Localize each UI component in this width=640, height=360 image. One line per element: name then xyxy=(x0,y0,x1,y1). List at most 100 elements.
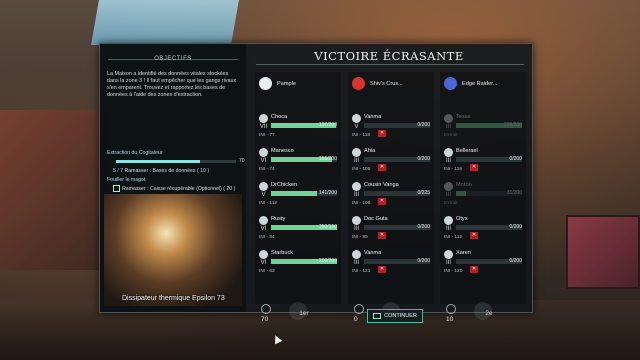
fighter-health-value: 141/200 xyxy=(318,190,337,196)
fighter-rank: III xyxy=(445,260,451,266)
team-placement: 1er xyxy=(299,310,309,317)
fighter-row[interactable]: III Xaren 0/200 INI - 120 ✕ xyxy=(440,246,526,280)
fighter-row[interactable]: III Ahia 0/200 INI - 108 ✕ xyxy=(348,144,434,178)
fighter-class-icon xyxy=(259,114,268,123)
out-of-action-icon: ✕ xyxy=(378,130,386,137)
team-score: 70 xyxy=(261,316,269,323)
fighter-rank: VII xyxy=(259,124,268,130)
fighter-name: Xaren xyxy=(456,250,471,256)
background-crate xyxy=(566,215,640,289)
fighter-row[interactable]: V DrChicken 141/200 INI - 112 xyxy=(255,178,341,212)
team-emblem-icon xyxy=(352,77,365,90)
objective-line-databases: 5 / 7 Ramasser : Bases de données ( 10 ) xyxy=(113,168,209,174)
fighter-rank: III xyxy=(445,226,451,232)
fighter-class-icon xyxy=(444,148,453,157)
fighter-health-value: 186/200 xyxy=(318,156,337,162)
team-column: Pample VII Choca 197/200 INI - 77 VI Manesco 18… xyxy=(255,72,341,304)
fighter-class-icon xyxy=(352,216,361,225)
fighter-row[interactable]: III Moron 31/200 Extrait xyxy=(440,178,526,212)
fighter-health-value: 150/150 xyxy=(318,224,337,230)
fighter-health-value: 0/200 xyxy=(509,224,522,230)
objective-line-crate: Ramasser : Caisse récupérable (Optionnel… xyxy=(113,185,235,192)
team-column: Edge Raider... III Texas 200/200 Extrait III B… xyxy=(440,72,526,304)
fighter-initiative: Extrait xyxy=(444,133,458,138)
fighter-health-value: 0/200 xyxy=(417,122,430,128)
fighter-health-value: 0/200 xyxy=(417,156,430,162)
objective-progress-fill xyxy=(116,160,200,163)
fighter-initiative: INI - 112 xyxy=(444,235,463,240)
out-of-action-icon: ✕ xyxy=(378,232,386,239)
team-emblem-icon xyxy=(259,77,272,90)
fighter-rank: III xyxy=(353,158,359,164)
fighter-row[interactable]: III Cousin Vanga 0/225 INI - 106 ✕ xyxy=(348,178,434,212)
fighter-name: Bellerael xyxy=(456,148,478,154)
fighter-row[interactable]: VI Manesco 186/200 INI - 74 xyxy=(255,144,341,178)
fighter-initiative: INI - 108 xyxy=(352,167,371,172)
fighter-rank: III xyxy=(445,192,451,198)
fighter-initiative: INI - 74 xyxy=(259,167,275,172)
fighter-health-value: 200/200 xyxy=(503,122,522,128)
team-placement: 2e xyxy=(485,310,493,317)
fighter-initiative: INI - 120 xyxy=(444,269,463,274)
reputation-icon xyxy=(261,304,271,314)
team-name: Edge Raider... xyxy=(462,81,498,87)
fighter-name: Doc Guta xyxy=(364,216,388,222)
continue-label: CONTINUER xyxy=(384,313,417,319)
objective-section-loot: Fouiller le magot xyxy=(107,177,146,183)
fighter-name: Vanma xyxy=(364,250,382,256)
out-of-action-icon: ✕ xyxy=(378,164,386,171)
fighter-initiative: INI - 84 xyxy=(259,235,275,240)
fighter-rank: VI xyxy=(260,158,267,164)
objective-progress-value: 70 xyxy=(239,158,245,164)
results-title-divider xyxy=(256,64,524,65)
fighter-health-value: 0/200 xyxy=(417,258,430,264)
results-title: VICTOIRE ÉCRASANTE xyxy=(314,49,464,63)
fighter-row[interactable]: VI Rusty 150/150 INI - 84 xyxy=(255,212,341,246)
fighter-health-value: 197/200 xyxy=(318,122,337,128)
out-of-action-icon: ✕ xyxy=(470,232,478,239)
fighter-initiative: INI - 118 xyxy=(352,133,371,138)
fighter-name: Ahia xyxy=(364,148,376,154)
fighter-health-value: 200/200 xyxy=(318,258,337,264)
fighter-row[interactable]: III Vanma 0/200 INI - 121 ✕ xyxy=(348,246,434,280)
fighter-row[interactable]: III Bellerael 0/200 INI - 116 ✕ xyxy=(440,144,526,178)
fighter-class-icon xyxy=(259,250,268,259)
objective-line-databases-reward: ( 10 ) xyxy=(196,168,210,174)
fighter-row[interactable]: V Vanma 0/200 INI - 118 ✕ xyxy=(348,110,434,144)
fighter-class-icon xyxy=(352,114,361,123)
fighter-health-value: 0/200 xyxy=(417,224,430,230)
fighter-row[interactable]: III Otyx 0/200 INI - 112 ✕ xyxy=(440,212,526,246)
fighter-row[interactable]: VI Starbuck 200/200 INI - 63 xyxy=(255,246,341,280)
out-of-action-icon: ✕ xyxy=(470,164,478,171)
fighter-rank: III xyxy=(445,124,451,130)
fighter-name: Moron xyxy=(456,182,472,188)
fighter-health-value: 0/225 xyxy=(417,190,430,196)
fighter-initiative: INI - 106 xyxy=(352,201,371,206)
fighter-row[interactable]: III Texas 200/200 Extrait xyxy=(440,110,526,144)
fighter-name: Starbuck xyxy=(271,250,294,256)
teams-columns: Pample VII Choca 197/200 INI - 77 VI Manesco 18… xyxy=(255,72,526,323)
fighter-health-value: 0/200 xyxy=(509,258,522,264)
fighter-row[interactable]: VII Choca 197/200 INI - 77 xyxy=(255,110,341,144)
location-image xyxy=(104,194,242,306)
fighter-class-icon xyxy=(444,250,453,259)
reputation-icon xyxy=(446,304,456,314)
objective-progress-bar xyxy=(116,160,236,163)
background-screen xyxy=(91,0,239,45)
fighter-class-icon xyxy=(259,148,268,157)
fighter-initiative: INI - 77 xyxy=(259,133,275,138)
team-score: 10 xyxy=(446,316,454,323)
out-of-action-icon: ✕ xyxy=(378,198,386,205)
objective-line-databases-text: 5 / 7 Ramasser : Bases de données xyxy=(113,168,196,174)
team-header: Edge Raider... xyxy=(440,76,526,94)
fighter-rank: V xyxy=(261,192,266,198)
fighter-name: Vanma xyxy=(364,114,382,120)
team-header: Shiv's Crus... xyxy=(348,76,434,94)
continue-icon xyxy=(373,312,382,319)
team-column: Shiv's Crus... V Vanma 0/200 INI - 118 ✕ III Ah… xyxy=(348,72,434,304)
continue-button[interactable]: CONTINUER xyxy=(367,309,423,323)
team-footer: 10 2e xyxy=(440,302,526,340)
fighter-class-icon xyxy=(259,182,268,191)
fighter-row[interactable]: III Doc Guta 0/200 INI - 89 ✕ xyxy=(348,212,434,246)
fighter-rank: III xyxy=(353,226,359,232)
